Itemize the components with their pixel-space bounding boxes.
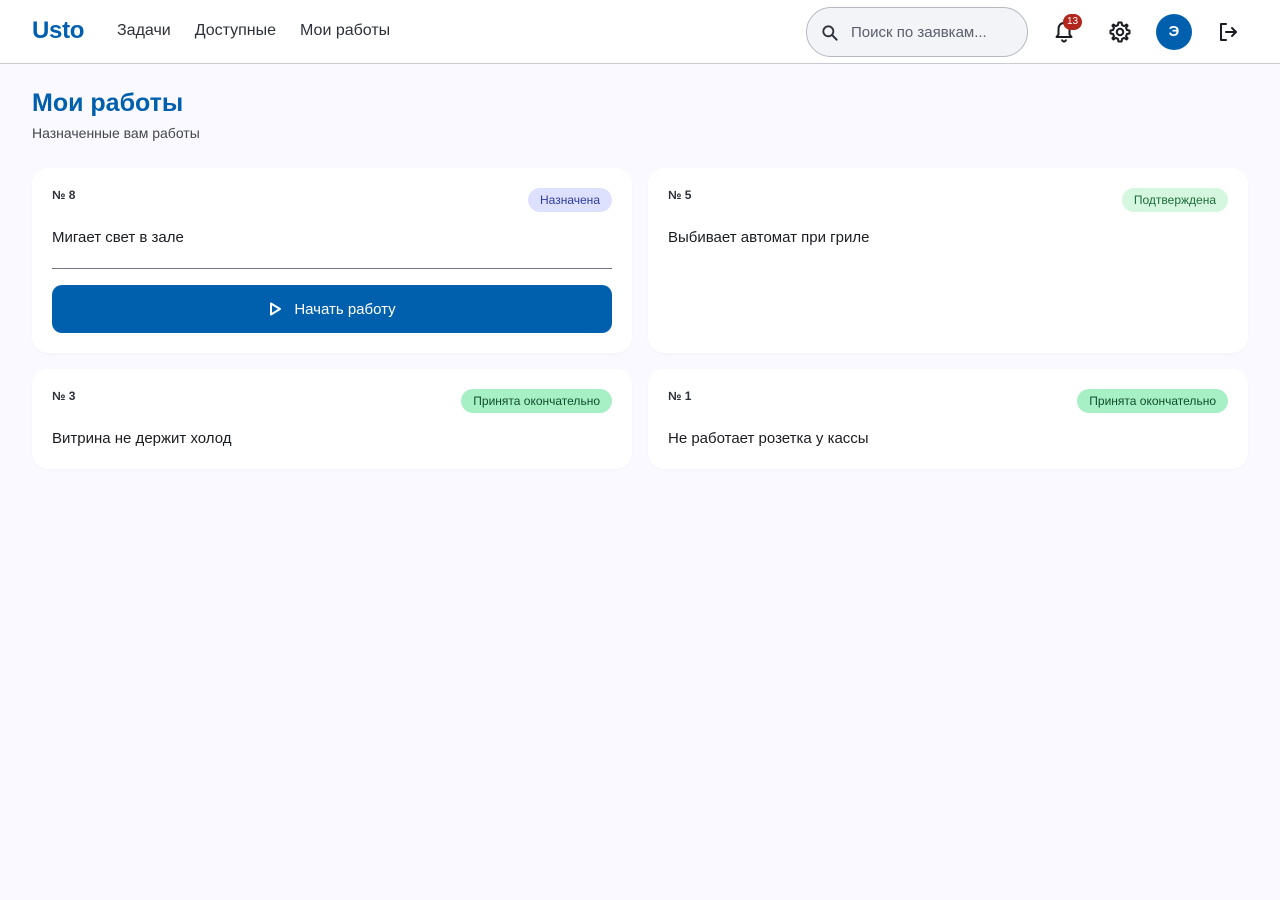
work-card[interactable]: № 8 Назначена Мигает свет в зале Начать … bbox=[32, 168, 632, 353]
work-number: № 5 bbox=[668, 188, 692, 202]
user-avatar[interactable]: Э bbox=[1156, 14, 1192, 50]
status-badge: Подтверждена bbox=[1121, 188, 1228, 212]
work-card[interactable]: № 3 Принята окончательно Витрина не держ… bbox=[32, 369, 632, 469]
card-divider bbox=[52, 268, 612, 269]
work-description: Мигает свет в зале bbox=[52, 229, 184, 246]
start-work-button[interactable]: Начать работу bbox=[52, 285, 612, 333]
start-work-label: Начать работу bbox=[294, 300, 396, 318]
logout-icon bbox=[1220, 23, 1237, 41]
search-box bbox=[806, 7, 1028, 57]
notification-count-badge: 13 bbox=[1063, 14, 1082, 30]
brand-logo[interactable]: Usto bbox=[32, 17, 84, 45]
status-badge: Принята окончательно bbox=[461, 389, 612, 413]
page-subtitle: Назначенные вам работы bbox=[32, 125, 200, 141]
main-nav: Задачи Доступные Мои работы bbox=[117, 22, 390, 40]
page-title: Мои работы bbox=[32, 89, 184, 117]
top-app-bar: Usto Задачи Доступные Мои работы 13 Э bbox=[0, 0, 1280, 64]
work-description: Не работает розетка у кассы bbox=[668, 430, 869, 447]
work-number: № 3 bbox=[52, 389, 76, 403]
work-description: Витрина не держит холод bbox=[52, 430, 232, 447]
status-badge: Принята окончательно bbox=[1077, 389, 1228, 413]
search-icon bbox=[822, 25, 838, 41]
search-input[interactable] bbox=[851, 20, 1021, 44]
settings-button[interactable] bbox=[1108, 20, 1132, 44]
play-icon bbox=[270, 302, 282, 316]
status-badge: Назначена bbox=[528, 188, 612, 212]
logout-button[interactable] bbox=[1216, 20, 1240, 44]
work-card[interactable]: № 5 Подтверждена Выбивает автомат при гр… bbox=[648, 168, 1248, 353]
work-card[interactable]: № 1 Принята окончательно Не работает роз… bbox=[648, 369, 1248, 469]
nav-link-tasks[interactable]: Задачи bbox=[117, 22, 171, 40]
gear-icon bbox=[1109, 21, 1131, 43]
work-description: Выбивает автомат при гриле bbox=[668, 229, 870, 246]
nav-link-my-works[interactable]: Мои работы bbox=[300, 22, 390, 40]
work-number: № 1 bbox=[668, 389, 692, 403]
nav-link-available[interactable]: Доступные bbox=[195, 22, 276, 40]
work-number: № 8 bbox=[52, 188, 76, 202]
